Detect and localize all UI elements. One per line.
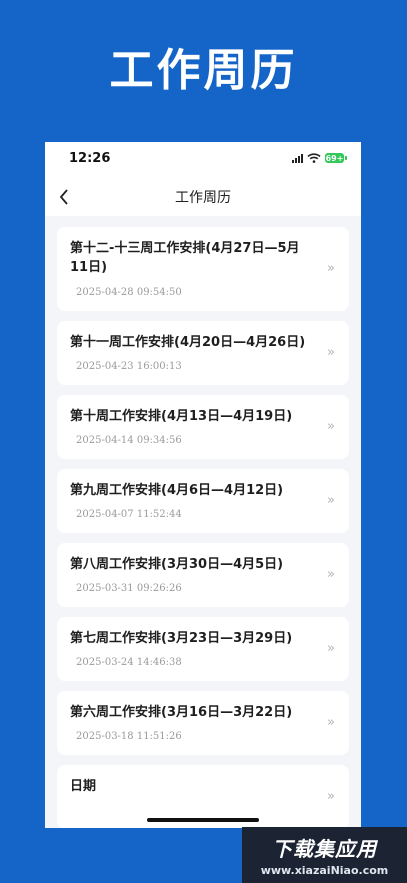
chevron-right-icon: »: [327, 345, 335, 360]
watermark-logo: 下载集应用 www.xiazaiNiao.com: [242, 827, 407, 883]
item-title: 第十周工作安排(4月13日—4月19日): [70, 409, 293, 424]
home-indicator: [147, 818, 259, 822]
nav-title: 工作周历: [175, 190, 231, 206]
list-item[interactable]: 第十二-十三周工作安排(4月27日—5月11日) 2025-04-28 09:5…: [57, 227, 349, 311]
nav-bar: 工作周历: [45, 178, 361, 216]
chevron-right-icon: »: [327, 789, 335, 804]
item-date: 2025-04-28 09:54:50: [76, 287, 182, 298]
item-title: 第七周工作安排(3月23日—3月29日): [70, 631, 293, 646]
chevron-right-icon: »: [327, 641, 335, 656]
list-item[interactable]: 第七周工作安排(3月23日—3月29日) 2025-03-24 14:46:38…: [57, 617, 349, 681]
item-title: 日期: [70, 779, 97, 794]
list-item[interactable]: 第六周工作安排(3月16日—3月22日) 2025-03-18 11:51:26…: [57, 691, 349, 755]
list-item[interactable]: 第九周工作安排(4月6日—4月12日) 2025-04-07 11:52:44 …: [57, 469, 349, 533]
item-date: 2025-04-14 09:34:56: [76, 435, 182, 446]
watermark-main: 下载集应用: [272, 837, 377, 861]
list-item[interactable]: 第十一周工作安排(4月20日—4月26日) 2025-04-23 16:00:1…: [57, 321, 349, 385]
list-item[interactable]: 第十周工作安排(4月13日—4月19日) 2025-04-14 09:34:56…: [57, 395, 349, 459]
watermark-url: www.xiazaiNiao.com: [260, 864, 389, 877]
chevron-right-icon: »: [327, 261, 335, 276]
battery-indicator: 69+: [325, 153, 344, 163]
item-date: 2025-03-31 09:26:26: [76, 583, 182, 594]
chevron-right-icon: »: [327, 419, 335, 434]
wifi-icon: [307, 153, 321, 163]
chevron-right-icon: »: [327, 493, 335, 508]
item-date: 2025-04-07 11:52:44: [76, 509, 182, 520]
status-icons: 69+: [292, 153, 347, 163]
item-date: 2025-04-23 16:00:13: [76, 361, 182, 372]
chevron-right-icon: »: [327, 715, 335, 730]
item-date: 2025-03-18 11:51:26: [76, 731, 182, 742]
item-title: 第十一周工作安排(4月20日—4月26日): [70, 335, 306, 350]
item-title: 第六周工作安排(3月16日—3月22日): [70, 705, 293, 720]
item-title: 第九周工作安排(4月6日—4月12日): [70, 483, 284, 498]
chevron-right-icon: »: [327, 567, 335, 582]
signal-icon: [292, 153, 303, 163]
hero-title: 工作周历: [109, 45, 298, 96]
item-title: 第八周工作安排(3月30日—4月5日): [70, 557, 284, 572]
status-bar: 12:26 69+: [45, 142, 361, 178]
list-item[interactable]: 第八周工作安排(3月30日—4月5日) 2025-03-31 09:26:26 …: [57, 543, 349, 607]
item-title: 第十二-十三周工作安排(4月27日—5月11日): [70, 241, 300, 275]
item-date: 2025-03-24 14:46:38: [76, 657, 182, 668]
status-time: 12:26: [69, 151, 111, 166]
battery-cap-icon: [345, 156, 347, 160]
phone-screen: 12:26 69+ 工作周历 第十二-十三周工作安排(4月27日—5月11日) …: [45, 142, 361, 828]
